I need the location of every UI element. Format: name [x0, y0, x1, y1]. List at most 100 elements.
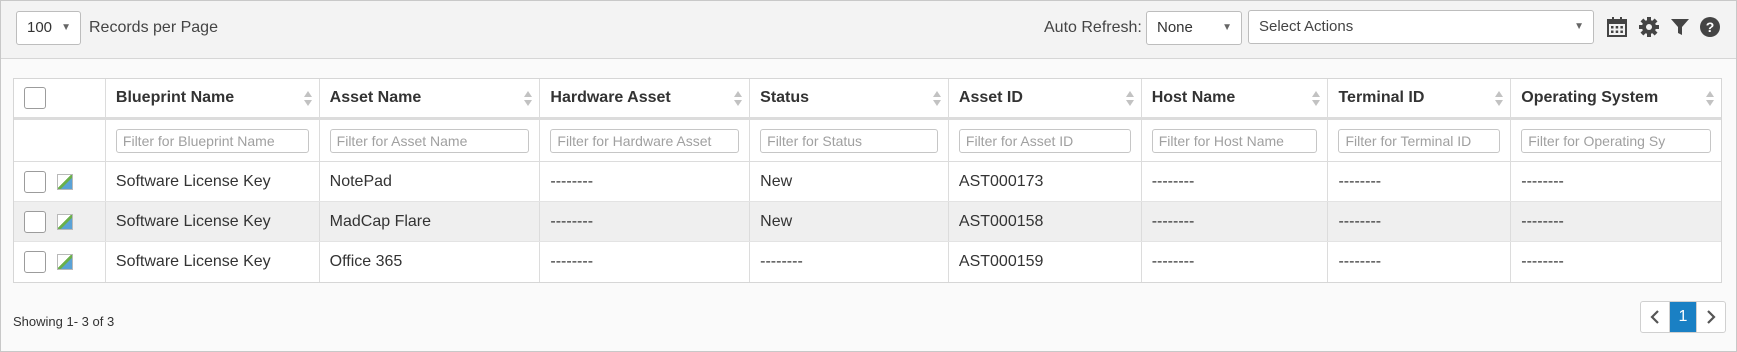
table-cell: -------- — [750, 242, 949, 282]
filter-operating-system-input[interactable] — [1521, 128, 1711, 153]
chevron-down-icon: ▼ — [61, 22, 71, 33]
sort-icon[interactable] — [524, 91, 533, 107]
broken-image-icon — [57, 173, 73, 190]
filter-asset-id-input[interactable] — [958, 128, 1131, 153]
row-checkbox[interactable] — [24, 210, 46, 233]
auto-refresh-select[interactable]: None ▼ — [1146, 11, 1242, 45]
gear-icon[interactable] — [1636, 14, 1662, 40]
grid-toolbar: 100 ▼ Records per Page Auto Refresh: Non… — [1, 1, 1736, 59]
sort-icon[interactable] — [1706, 91, 1715, 107]
chevron-down-icon: ▼ — [1574, 21, 1584, 32]
row-select-cell — [14, 162, 106, 201]
filter-status-input[interactable] — [760, 128, 938, 153]
select-all-cell — [14, 79, 106, 117]
sort-icon[interactable] — [1495, 91, 1504, 107]
column-header-status[interactable]: Status — [750, 79, 949, 117]
filter-asset-name-input[interactable] — [329, 128, 530, 153]
filter-cell — [750, 120, 949, 161]
filter-terminal-id-input[interactable] — [1338, 128, 1501, 153]
table-cell: -------- — [1328, 162, 1512, 201]
table-cell: Software License Key — [106, 162, 320, 201]
select-actions-dropdown[interactable]: Select Actions ▼ — [1248, 10, 1594, 44]
table-cell: -------- — [1328, 242, 1512, 282]
column-label: Host Name — [1151, 89, 1236, 106]
column-header-hardware-asset[interactable]: Hardware Asset — [540, 79, 751, 117]
auto-refresh-label: Auto Refresh: — [1044, 19, 1142, 36]
broken-image-icon — [57, 213, 73, 230]
records-per-page-select[interactable]: 100 ▼ — [16, 11, 81, 45]
filter-icon[interactable] — [1667, 14, 1693, 40]
page-button-current[interactable]: 1 — [1669, 302, 1697, 332]
column-label: Asset Name — [329, 89, 422, 106]
chevron-down-icon: ▼ — [1222, 22, 1232, 33]
table-cell: -------- — [540, 162, 751, 201]
row-select-cell — [14, 242, 106, 282]
sort-icon[interactable] — [1125, 91, 1135, 107]
column-label: Status — [760, 89, 810, 106]
sort-icon[interactable] — [734, 91, 743, 107]
select-actions-placeholder: Select Actions — [1259, 18, 1354, 35]
chevron-left-icon[interactable] — [1641, 302, 1669, 332]
table-cell: New — [750, 162, 949, 201]
table-cell: -------- — [1142, 162, 1329, 201]
grid-panel: 100 ▼ Records per Page Auto Refresh: Non… — [0, 0, 1737, 352]
showing-count-text: Showing 1- 3 of 3 — [13, 314, 115, 329]
table-cell: NotePad — [320, 162, 541, 201]
records-per-page-label: Records per Page — [89, 19, 218, 36]
filter-cell — [540, 120, 751, 161]
table-cell: -------- — [540, 242, 751, 282]
table-row[interactable]: Software License Key MadCap Flare ------… — [14, 202, 1721, 242]
calendar-icon[interactable] — [1604, 14, 1630, 40]
table-cell: AST000159 — [949, 242, 1142, 282]
table-cell: AST000158 — [949, 202, 1142, 241]
column-header-terminal-id[interactable]: Terminal ID — [1328, 79, 1512, 117]
column-label: Blueprint Name — [115, 89, 235, 106]
filter-cell — [320, 120, 541, 161]
table-cell: -------- — [1521, 253, 1564, 270]
auto-refresh-value: None — [1157, 19, 1193, 36]
sort-icon[interactable] — [1312, 91, 1321, 107]
table-cell: -------- — [1142, 202, 1329, 241]
table-cell: MadCap Flare — [320, 202, 541, 241]
table-row[interactable]: Software License Key Office 365 --------… — [14, 242, 1721, 282]
records-per-page-value: 100 — [27, 19, 53, 36]
help-icon[interactable]: ? — [1697, 14, 1723, 40]
column-header-operating-system[interactable]: Operating System — [1511, 79, 1721, 117]
table-header-row: Blueprint Name Asset Name Hardware Asset… — [14, 79, 1721, 120]
row-checkbox[interactable] — [24, 170, 46, 193]
column-header-asset-id[interactable]: Asset ID — [949, 79, 1142, 117]
filter-cell — [949, 120, 1142, 161]
table-row[interactable]: Software License Key NotePad -------- Ne… — [14, 162, 1721, 202]
table-cell: -------- — [1142, 242, 1329, 282]
table-cell: Software License Key — [106, 202, 320, 241]
pagination: 1 — [1640, 301, 1726, 333]
filter-blueprint-name-input[interactable] — [115, 128, 309, 153]
sort-icon[interactable] — [932, 91, 942, 107]
column-header-asset-name[interactable]: Asset Name — [320, 79, 541, 117]
table-cell: AST000173 — [949, 162, 1142, 201]
filter-host-name-input[interactable] — [1151, 128, 1318, 153]
row-checkbox[interactable] — [24, 251, 46, 273]
table-cell: -------- — [1521, 172, 1564, 190]
column-header-blueprint-name[interactable]: Blueprint Name — [106, 79, 320, 117]
column-label: Asset ID — [958, 89, 1023, 106]
filter-cell-empty — [14, 120, 106, 161]
filter-cell — [106, 120, 320, 161]
filter-cell — [1142, 120, 1329, 161]
filter-hardware-asset-input[interactable] — [550, 128, 740, 153]
table-cell: Office 365 — [320, 242, 541, 282]
column-label: Terminal ID — [1338, 89, 1425, 106]
select-all-checkbox[interactable] — [24, 87, 46, 109]
column-label: Operating System — [1521, 89, 1659, 106]
assets-table: Blueprint Name Asset Name Hardware Asset… — [13, 78, 1722, 283]
chevron-right-icon[interactable] — [1697, 302, 1725, 332]
column-header-host-name[interactable]: Host Name — [1142, 79, 1329, 117]
filter-row — [14, 120, 1721, 162]
table-cell: -------- — [1521, 212, 1564, 230]
broken-image-icon — [57, 254, 73, 270]
row-select-cell — [14, 202, 106, 241]
sort-icon[interactable] — [303, 91, 313, 107]
filter-cell — [1511, 120, 1721, 161]
table-cell: New — [750, 202, 949, 241]
filter-cell — [1328, 120, 1512, 161]
